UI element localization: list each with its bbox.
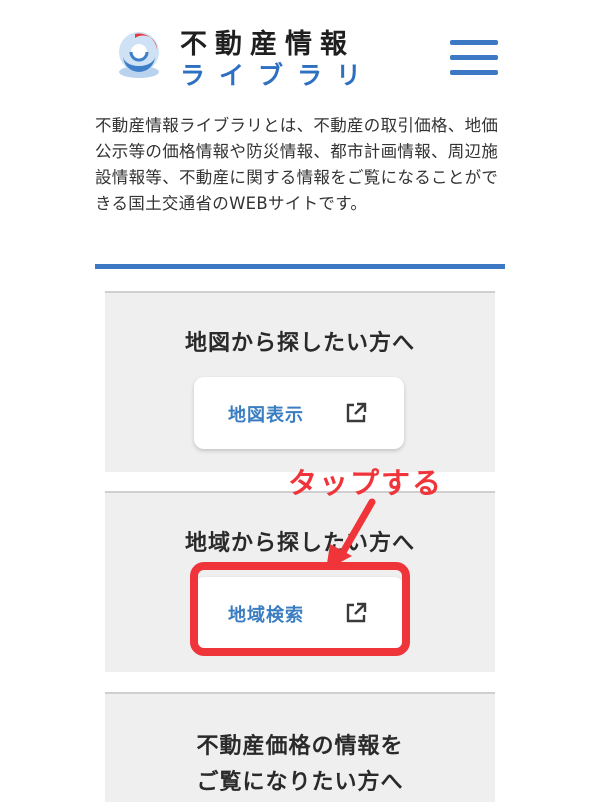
map-search-title: 地図から探したい方へ <box>184 331 415 356</box>
mlit-logo-icon[interactable] <box>113 28 165 80</box>
hamburger-menu-icon[interactable] <box>450 40 498 76</box>
map-search-card: 地図から探したい方へ 地図表示 <box>105 291 495 472</box>
map-display-button[interactable]: 地図表示 <box>194 377 404 449</box>
external-link-icon <box>346 402 367 423</box>
tap-highlight-frame <box>190 562 410 656</box>
site-header: 不動産情報 ライブラリ <box>0 0 600 100</box>
area-search-title: 地域から探したい方へ <box>184 531 415 556</box>
logo-subtitle: ライブラリ <box>180 61 376 90</box>
tap-annotation-label: タップする <box>288 466 444 500</box>
price-info-title-line1: 不動産価格の情報を <box>196 734 404 759</box>
intro-description: 不動産情報ライブラリとは、不動産の取引価格、地価公示等の価格情報や防災情報、都市… <box>95 116 499 213</box>
price-info-title-line2: ご覧になりたい方へ <box>196 770 404 795</box>
map-display-label: 地図表示 <box>228 405 304 426</box>
intro-divider <box>95 264 505 269</box>
price-info-card: 不動産価格の情報を ご覧になりたい方へ <box>105 692 495 802</box>
logo-title: 不動産情報 <box>180 29 355 60</box>
